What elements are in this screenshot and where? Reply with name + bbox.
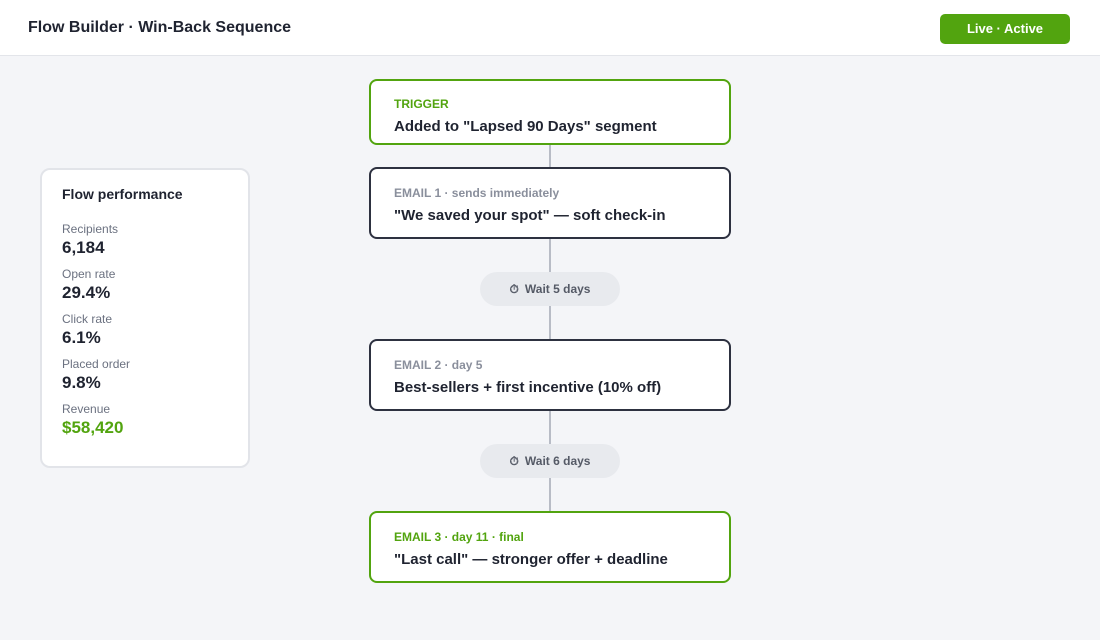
metric-value: 29.4% — [62, 283, 111, 302]
node-kicker: EMAIL 2 · day 5 — [394, 358, 483, 372]
live-status-button[interactable]: Live · Active — [940, 14, 1070, 44]
metric-open-rate: Open rate 29.4% — [62, 267, 228, 303]
timer-icon: ⏱ — [509, 453, 519, 468]
node-headline: "Last call" — stronger offer + deadline — [394, 551, 668, 568]
email-3-node[interactable]: EMAIL 3 · day 11 · final "Last call" — s… — [369, 511, 731, 583]
node-headline: Best-sellers + first incentive (10% off) — [394, 379, 662, 396]
flow-connector — [549, 478, 551, 512]
node-headline: Added to "Lapsed 90 Days" segment — [394, 118, 657, 135]
node-headline: "We saved your spot" — soft check-in — [394, 207, 666, 224]
email-2-node[interactable]: EMAIL 2 · day 5 Best-sellers + first inc… — [369, 339, 731, 411]
metric-value: 9.8% — [62, 373, 101, 392]
metric-label: Click rate — [62, 312, 113, 326]
metric-label: Open rate — [62, 267, 116, 281]
metric-placed-order: Placed order 9.8% — [62, 357, 228, 393]
timer-icon: ⏱ — [509, 281, 519, 296]
wait-label: Wait 6 days — [524, 454, 591, 468]
metric-revenue: Revenue $58,420 — [62, 402, 228, 438]
email-1-node[interactable]: EMAIL 1 · sends immediately "We saved yo… — [369, 167, 731, 239]
node-kicker: TRIGGER — [394, 97, 449, 111]
wait-step-1[interactable]: ⏱ Wait 5 days — [480, 272, 620, 306]
metric-value: 6.1% — [62, 328, 101, 347]
flow-performance-card: Flow performance Recipients 6,184 Open r… — [40, 168, 250, 468]
metric-label: Recipients — [62, 222, 119, 236]
metric-label: Placed order — [62, 357, 131, 371]
performance-card-title: Flow performance — [62, 186, 183, 202]
flow-connector — [549, 144, 551, 168]
node-kicker: EMAIL 3 · day 11 · final — [394, 530, 524, 544]
metric-value: $58,420 — [62, 418, 124, 437]
page-title: Flow Builder · Win-Back Sequence — [28, 19, 292, 36]
wait-label: Wait 5 days — [524, 282, 591, 296]
metric-value: 6,184 — [62, 238, 105, 257]
top-bar: Flow Builder · Win-Back Sequence Live · … — [0, 0, 1100, 56]
metric-recipients: Recipients 6,184 — [62, 222, 228, 258]
flow-connector — [549, 238, 551, 272]
wait-step-2[interactable]: ⏱ Wait 6 days — [480, 444, 620, 478]
trigger-node[interactable]: TRIGGER Added to "Lapsed 90 Days" segmen… — [369, 79, 731, 145]
node-kicker: EMAIL 1 · sends immediately — [394, 186, 560, 200]
metric-click-rate: Click rate 6.1% — [62, 312, 228, 348]
flow-connector — [549, 410, 551, 444]
metric-label: Revenue — [62, 402, 111, 416]
flow-connector — [549, 306, 551, 340]
